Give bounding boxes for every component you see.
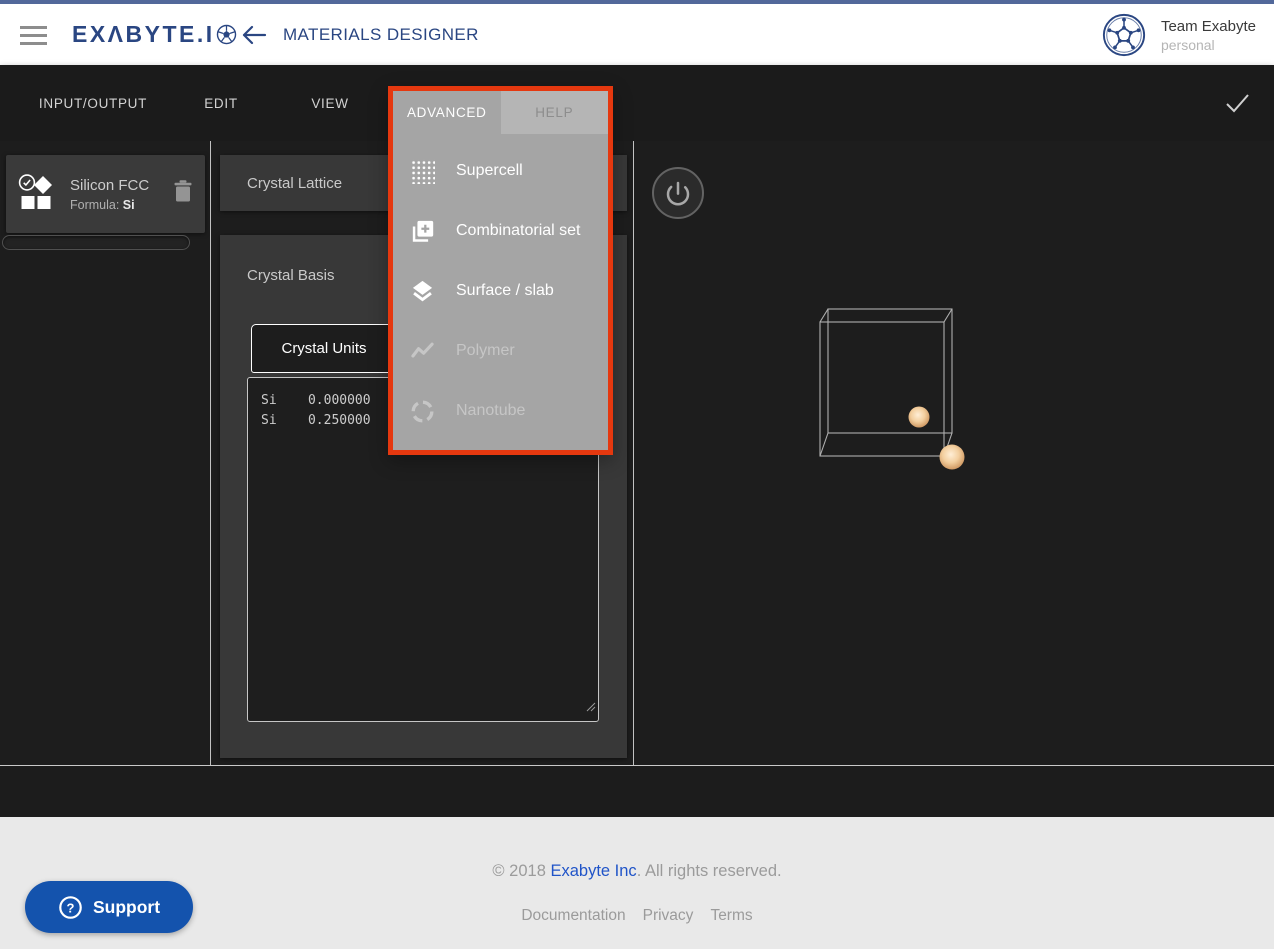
polymer-zigzag-icon xyxy=(408,337,436,365)
trash-icon[interactable] xyxy=(173,179,193,209)
page-title: MATERIALS DESIGNER xyxy=(283,4,479,65)
menu-item-polymer: Polymer xyxy=(393,321,608,381)
link-documentation[interactable]: Documentation xyxy=(521,907,625,925)
tab-help[interactable]: HELP xyxy=(501,91,609,134)
logo-text: EXΛBYTE.I xyxy=(72,21,215,48)
tab-advanced[interactable]: ADVANCED xyxy=(393,91,501,134)
advanced-menu-list: Supercell Combinatorial set xyxy=(393,141,608,441)
copyright-text: © 2018 Exabyte Inc. All rights reserved. xyxy=(0,817,1274,881)
app-header: EXΛBYTE.I MATERIA xyxy=(0,4,1274,65)
menu-item-combinatorial-set[interactable]: Combinatorial set xyxy=(393,201,608,261)
material-name: Silicon FCC xyxy=(70,177,173,194)
account-menu[interactable]: Team Exabyte personal xyxy=(1101,12,1256,58)
link-terms[interactable]: Terms xyxy=(710,907,752,925)
atom-sphere xyxy=(909,407,930,428)
check-badge-icon xyxy=(20,175,35,190)
exabyte-logo[interactable]: EXΛBYTE.I xyxy=(72,4,237,65)
check-icon[interactable] xyxy=(1224,92,1250,120)
material-widgets-icon xyxy=(18,174,55,214)
soccer-ball-logo-icon xyxy=(216,24,237,45)
crystal-cell-wireframe xyxy=(634,141,1274,765)
materials-designer-page: EXΛBYTE.I MATERIA xyxy=(0,0,1274,949)
link-privacy[interactable]: Privacy xyxy=(643,907,694,925)
material-list-item[interactable]: Silicon FCC Formula: Si xyxy=(6,155,205,233)
company-link[interactable]: Exabyte Inc xyxy=(550,862,636,880)
avatar-molecule-icon xyxy=(1101,12,1147,58)
main-area: Silicon FCC Formula: Si Crystal La xyxy=(0,141,1274,765)
library-add-icon xyxy=(408,217,436,245)
bottom-dark-strip xyxy=(0,765,1274,817)
account-type: personal xyxy=(1161,37,1256,53)
nanotube-dashed-circle-icon xyxy=(408,397,436,425)
material-formula: Formula: Si xyxy=(70,198,173,212)
crystal-basis-title: Crystal Basis xyxy=(247,267,335,284)
tab-input-output[interactable]: INPUT/OUTPUT xyxy=(38,65,148,141)
layers-icon xyxy=(408,277,436,305)
advanced-menu-tabs: ADVANCED HELP xyxy=(393,91,608,134)
support-label: Support xyxy=(93,897,160,918)
tab-view[interactable]: VIEW xyxy=(275,65,385,141)
page-footer: © 2018 Exabyte Inc. All rights reserved.… xyxy=(0,817,1274,949)
atom-sphere xyxy=(940,445,965,470)
tab-edit[interactable]: EDIT xyxy=(166,65,276,141)
designer-menubar: INPUT/OUTPUT EDIT VIEW xyxy=(0,65,1274,141)
resize-handle-icon[interactable] xyxy=(586,699,596,719)
tab-crystal-units[interactable]: Crystal Units xyxy=(251,324,397,373)
question-circle-icon: ? xyxy=(58,895,83,920)
advanced-menu-highlight: ADVANCED HELP Supercell Combinatorial xyxy=(388,86,613,455)
menu-item-surface-slab[interactable]: Surface / slab xyxy=(393,261,608,321)
materials-sidebar: Silicon FCC Formula: Si xyxy=(0,141,211,765)
account-name: Team Exabyte xyxy=(1161,18,1256,35)
3d-viewer-canvas[interactable] xyxy=(634,141,1274,765)
menu-item-supercell[interactable]: Supercell xyxy=(393,141,608,201)
support-button[interactable]: ? Support xyxy=(25,881,193,933)
supercell-grid-icon xyxy=(408,157,436,185)
menu-item-nanotube: Nanotube xyxy=(393,381,608,441)
back-arrow-icon[interactable] xyxy=(240,24,267,51)
svg-text:?: ? xyxy=(66,900,74,915)
power-icon xyxy=(663,178,693,208)
sidebar-scrollbar[interactable] xyxy=(2,235,190,250)
power-button[interactable] xyxy=(652,167,704,219)
hamburger-menu-icon[interactable] xyxy=(20,26,47,50)
